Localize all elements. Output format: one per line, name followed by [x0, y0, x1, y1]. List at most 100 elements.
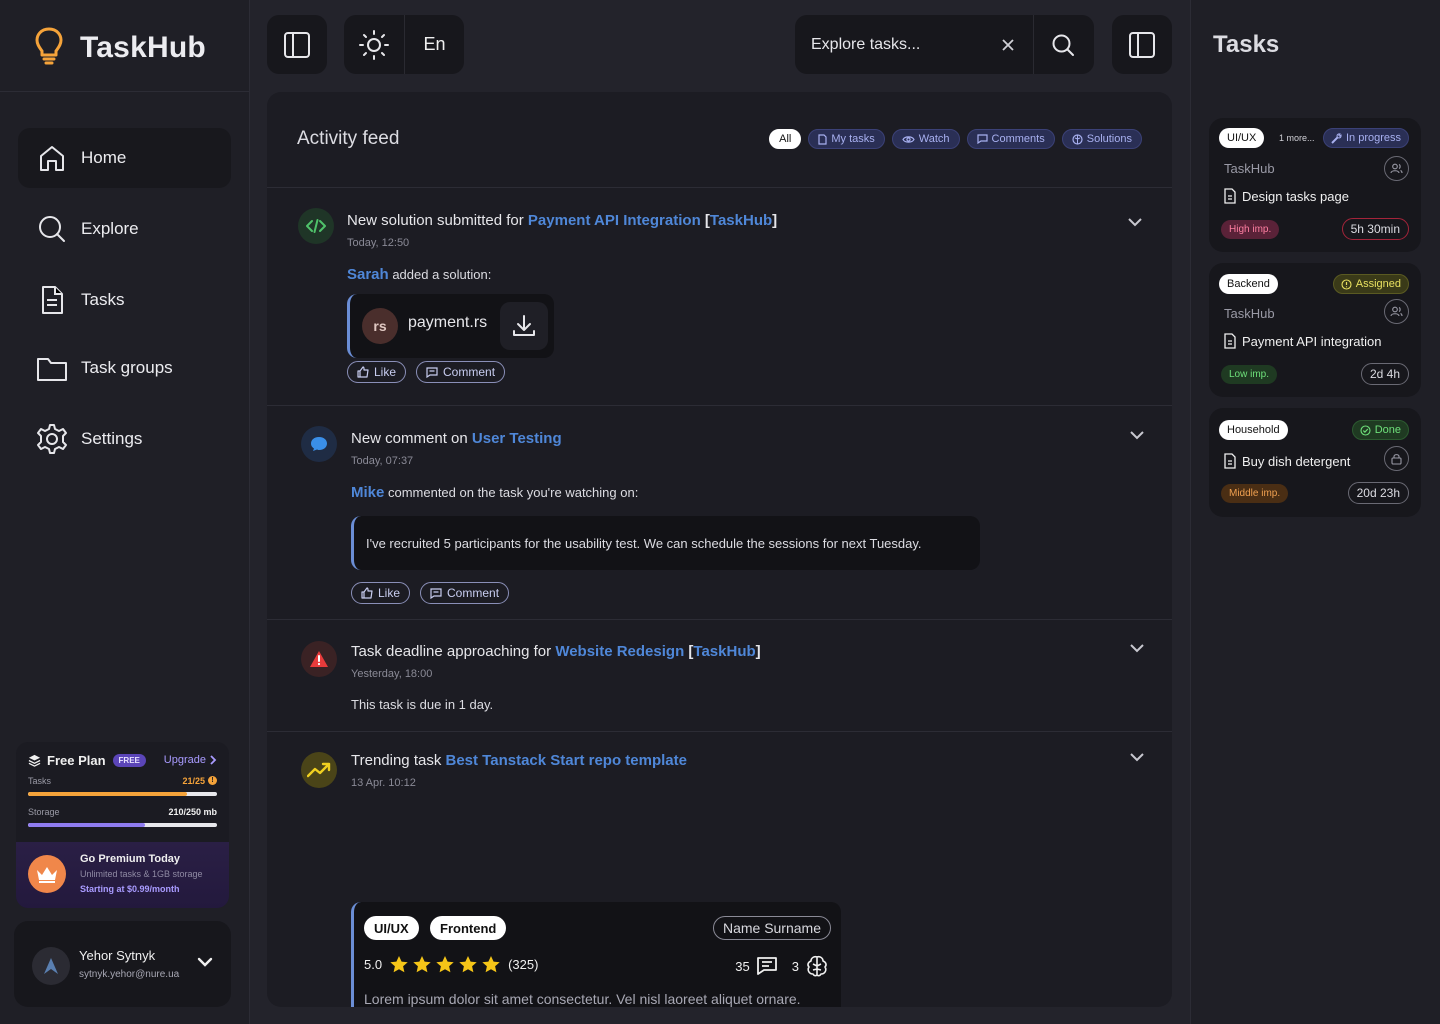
star-icon: [459, 956, 477, 973]
comment-button[interactable]: Comment: [416, 361, 506, 383]
star-icon: [436, 956, 454, 973]
sidebar-item-label: Settings: [81, 429, 143, 448]
theme-toggle-button[interactable]: [344, 15, 404, 74]
task-link[interactable]: User Testing: [472, 430, 562, 447]
crown-icon: [28, 855, 66, 893]
attached-file[interactable]: rs payment.rs: [347, 294, 554, 358]
search-icon: [34, 211, 70, 247]
sidebar-item-label: Task groups: [81, 358, 173, 377]
task-card[interactable]: UI/UX 1 more... In progress TaskHub Desi…: [1209, 118, 1421, 252]
premium-promo[interactable]: Go Premium Today Unlimited tasks & 1GB s…: [16, 842, 229, 908]
comment-icon: [976, 134, 988, 144]
sidebar: TaskHub Home Explore Tasks Task groups S…: [0, 0, 250, 1024]
task-name: Design tasks page: [1223, 188, 1349, 204]
sidebar-item-tasks[interactable]: Tasks: [18, 270, 231, 330]
filter-comments[interactable]: Comments: [966, 129, 1055, 149]
toggle-right-panel-button[interactable]: [1112, 15, 1172, 74]
sidebar-item-task-groups[interactable]: Task groups: [18, 338, 231, 398]
plan-badge: FREE: [112, 754, 146, 767]
task-link[interactable]: Website Redesign: [555, 643, 684, 660]
filter-label: All: [779, 133, 792, 145]
theme-language-group: En: [344, 15, 464, 74]
feed-item-prefix: Task deadline approaching for: [351, 643, 556, 660]
language-label: En: [423, 34, 446, 54]
task-stats: 35 3: [735, 954, 829, 978]
filter-my-tasks[interactable]: My tasks: [808, 129, 885, 149]
feed-item-time: 13 Apr. 10:12: [351, 777, 416, 789]
feed-item-description: Sarah added a solution:: [347, 266, 491, 283]
sidebar-item-explore[interactable]: Explore: [18, 199, 231, 259]
language-button[interactable]: En: [404, 15, 464, 74]
feed-item-comment: New comment on User Testing Today, 07:37…: [267, 406, 1172, 620]
download-button[interactable]: [500, 302, 548, 350]
chevron-down-icon[interactable]: [1127, 216, 1143, 228]
layers-icon: [28, 754, 41, 767]
task-link[interactable]: Payment API Integration: [528, 212, 701, 229]
filter-solutions[interactable]: Solutions: [1061, 129, 1142, 149]
like-button[interactable]: Like: [347, 361, 407, 383]
feed-item-action: added a solution:: [388, 267, 492, 282]
comment-icon: [426, 366, 438, 378]
filter-label: Comments: [991, 133, 1045, 145]
warning-icon: !: [208, 776, 217, 785]
feed-item-title: Trending task Best Tanstack Start repo t…: [351, 752, 687, 769]
actor-link[interactable]: Sarah: [347, 266, 389, 283]
rating: 5.0 (325): [364, 955, 538, 974]
task-card[interactable]: Backend Assigned TaskHub Payment API int…: [1209, 263, 1421, 397]
search-button[interactable]: [1034, 15, 1092, 74]
chevron-down-icon[interactable]: [1129, 642, 1145, 654]
comment-button[interactable]: Comment: [420, 582, 510, 604]
filter-all[interactable]: All: [769, 129, 802, 149]
filter-label: Solutions: [1086, 133, 1132, 145]
like-button[interactable]: Like: [351, 582, 411, 604]
review-count: (325): [508, 957, 539, 972]
task-name-label: Buy dish detergent: [1242, 453, 1351, 469]
trending-task-card[interactable]: UI/UX Frontend Name Surname 5.0 (325) 35…: [351, 902, 841, 1007]
upgrade-link[interactable]: Upgrade: [164, 754, 217, 766]
thumbs-up-icon: [357, 366, 369, 378]
thumbs-up-icon: [361, 587, 373, 599]
chat-bubble-icon: [301, 426, 337, 462]
task-name: Buy dish detergent: [1223, 453, 1350, 469]
comment-label: Comment: [447, 586, 500, 600]
page-title: Activity feed: [297, 128, 400, 149]
group-link[interactable]: TaskHub: [710, 212, 772, 229]
storage-usage-value: 210/250 mb: [168, 807, 217, 817]
clear-search-button[interactable]: [993, 30, 1023, 60]
sidebar-panel-icon: [283, 31, 311, 59]
filter-watch[interactable]: Watch: [891, 129, 960, 149]
like-label: Like: [374, 365, 397, 379]
sidebar-item-settings[interactable]: Settings: [18, 409, 231, 469]
premium-price: Starting at $0.99/month: [80, 884, 180, 894]
owner-chip[interactable]: Name Surname: [712, 916, 831, 940]
document-icon: [34, 282, 70, 318]
lock-icon[interactable]: [1384, 446, 1409, 471]
more-categories[interactable]: 1 more...: [1279, 133, 1315, 143]
chevron-down-icon[interactable]: [1129, 751, 1145, 763]
user-menu[interactable]: Yehor Sytnyk sytnyk.yehor@nure.ua: [14, 921, 231, 1007]
feed-item-time: Yesterday, 18:00: [351, 668, 433, 680]
users-icon[interactable]: [1384, 156, 1409, 181]
trending-up-icon: [301, 752, 337, 788]
tag-chip: UI/UX: [364, 916, 419, 940]
status-label: Assigned: [1355, 278, 1401, 290]
task-card[interactable]: Household Done Buy dish detergent Middle…: [1209, 408, 1421, 517]
comment-label: Comment: [443, 365, 496, 379]
group-link[interactable]: TaskHub: [693, 643, 755, 660]
project-name: TaskHub: [1224, 161, 1275, 176]
sidebar-item-home[interactable]: Home: [18, 128, 231, 188]
toggle-left-sidebar-button[interactable]: [267, 15, 327, 74]
actor-link[interactable]: Mike: [351, 484, 384, 501]
chevron-right-icon: [210, 755, 217, 765]
chevron-down-icon[interactable]: [1129, 429, 1145, 441]
sidebar-panel-icon: [1128, 31, 1156, 59]
search-input[interactable]: Explore tasks...: [811, 36, 993, 54]
comment-icon: [756, 956, 778, 976]
users-icon[interactable]: [1384, 299, 1409, 324]
feed-item-title: New solution submitted for Payment API I…: [347, 212, 778, 229]
status-badge: Done: [1351, 420, 1409, 440]
task-link[interactable]: Best Tanstack Start repo template: [446, 752, 687, 769]
feed-item-solution: New solution submitted for Payment API I…: [267, 188, 1172, 406]
category-chip: UI/UX: [1219, 128, 1265, 148]
document-icon: [818, 133, 827, 145]
